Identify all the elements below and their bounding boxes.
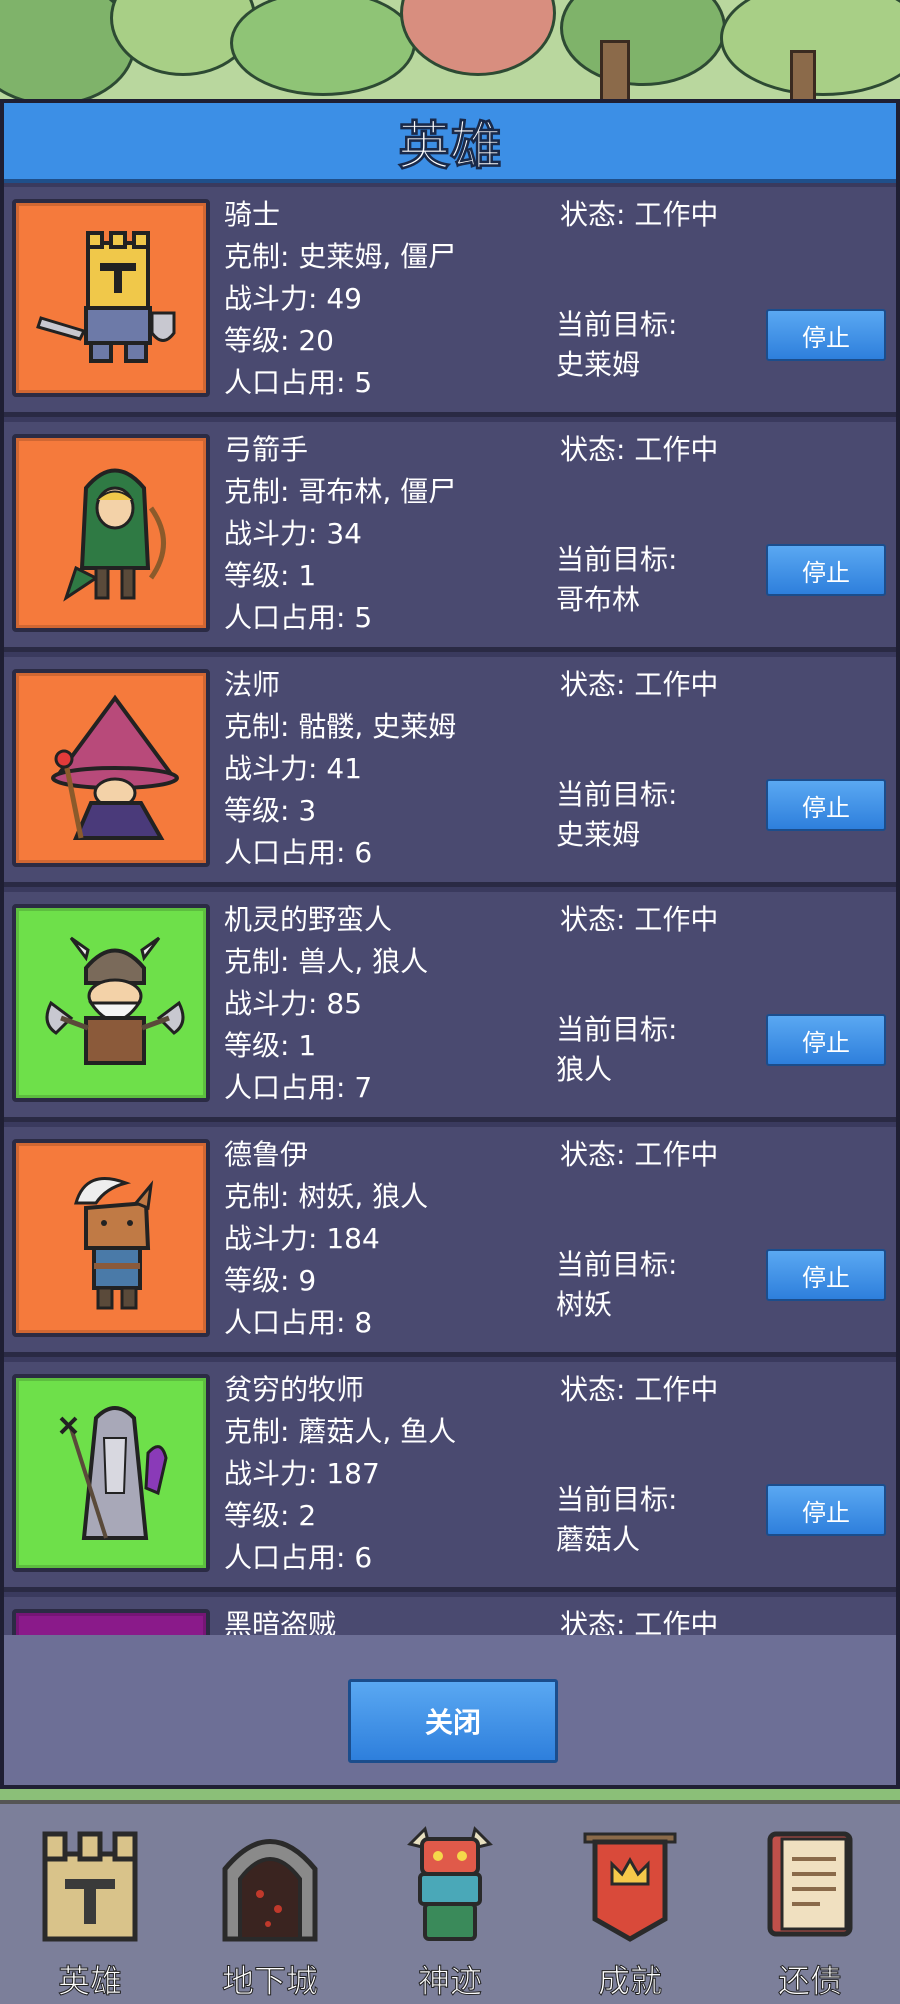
hero-target: 树妖: [556, 1288, 613, 1321]
stop-button[interactable]: 停止: [766, 779, 886, 831]
nav-label: 成就: [597, 1962, 662, 2001]
hero-status: 状态: 工作中: [560, 1138, 719, 1171]
hero-target-label: 当前目标:: [556, 543, 678, 576]
nav-item-miracles[interactable]: 神迹: [360, 1804, 540, 2004]
hero-target: 史莱姆: [556, 348, 641, 381]
hero-population: 人口占用: 5: [224, 601, 373, 634]
hero-population: 人口占用: 7: [224, 1071, 373, 1104]
hero-counter: 克制: 兽人, 狼人: [224, 945, 429, 978]
archer-icon: [63, 468, 166, 602]
ledger-book-icon: [767, 1831, 853, 1937]
hero-counter: 克制: 蘑菇人, 鱼人: [224, 1415, 457, 1448]
hero-status: 状态: 工作中: [560, 1608, 719, 1635]
hero-name: 骑士: [224, 198, 281, 231]
nav-label: 地下城: [221, 1962, 318, 2001]
hero-status: 状态: 工作中: [560, 1373, 719, 1406]
hero-row[interactable]: 黑暗盗贼 状态: 工作中: [4, 1597, 896, 1635]
nav-item-dungeon[interactable]: 地下城: [180, 1804, 360, 2004]
hero-portrait: [12, 199, 210, 397]
modal-header: 英雄: [4, 103, 896, 183]
stop-button[interactable]: 停止: [766, 1484, 886, 1536]
hero-target: 狼人: [556, 1053, 613, 1086]
hero-status: 状态: 工作中: [560, 903, 719, 936]
nav-item-heroes[interactable]: 英雄: [0, 1804, 180, 2004]
hero-portrait: [12, 669, 210, 867]
hero-target: 蘑菇人: [556, 1523, 641, 1556]
hero-power: 战斗力: 41: [224, 752, 362, 785]
hero-counter: 克制: 哥布林, 僵尸: [224, 475, 457, 508]
nav-item-achievements[interactable]: 成就: [540, 1804, 720, 2004]
hero-row[interactable]: 法师 克制: 骷髅, 史莱姆 战斗力: 41 等级: 3 人口占用: 6 状态:…: [4, 657, 896, 887]
hero-counter: 克制: 树妖, 狼人: [224, 1180, 429, 1213]
hero-power: 战斗力: 85: [224, 987, 362, 1020]
stop-button[interactable]: 停止: [766, 544, 886, 596]
hero-portrait: [12, 434, 210, 632]
hero-row[interactable]: 机灵的野蛮人 克制: 兽人, 狼人 战斗力: 85 等级: 1 人口占用: 7 …: [4, 892, 896, 1122]
knight-icon: [36, 231, 176, 363]
stop-button[interactable]: 停止: [766, 309, 886, 361]
hero-power: 战斗力: 34: [224, 517, 362, 550]
hero-portrait: [12, 904, 210, 1102]
hero-status: 状态: 工作中: [560, 668, 719, 701]
hero-portrait: [12, 1139, 210, 1337]
hero-target: 史莱姆: [556, 818, 641, 851]
hero-row[interactable]: 德鲁伊 克制: 树妖, 狼人 战斗力: 184 等级: 9 人口占用: 8 状态…: [4, 1127, 896, 1357]
nav-label: 英雄: [57, 1962, 122, 2001]
hero-portrait: [12, 1374, 210, 1572]
hero-status: 状态: 工作中: [560, 433, 719, 466]
hero-population: 人口占用: 6: [224, 836, 373, 869]
banner-crown-icon: [583, 1832, 677, 1942]
hero-target-label: 当前目标:: [556, 308, 678, 341]
hero-counter: 克制: 骷髅, 史莱姆: [224, 710, 457, 743]
heroes-modal: 英雄 骑士 克制: 史莱姆, 僵尸 战斗力: 49 等级: 20 人口占用: 5…: [0, 99, 900, 1789]
hero-level: 等级: 2: [224, 1499, 317, 1532]
hero-level: 等级: 3: [224, 794, 317, 827]
dungeon-gate-icon: [222, 1839, 318, 1942]
hero-level: 等级: 1: [224, 1029, 317, 1062]
hero-population: 人口占用: 6: [224, 1541, 373, 1574]
stop-button[interactable]: 停止: [766, 1249, 886, 1301]
druid-icon: [74, 1177, 154, 1310]
hero-target-label: 当前目标:: [556, 1248, 678, 1281]
hero-name: 德鲁伊: [224, 1138, 309, 1171]
hero-power: 战斗力: 187: [224, 1457, 380, 1490]
hero-portrait: [12, 1609, 210, 1635]
hero-row[interactable]: 弓箭手 克制: 哥布林, 僵尸 战斗力: 34 等级: 1 人口占用: 5 状态…: [4, 422, 896, 652]
hero-name: 法师: [224, 668, 281, 701]
mage-icon: [51, 694, 179, 840]
hero-target-label: 当前目标:: [556, 1483, 678, 1516]
hero-target-label: 当前目标:: [556, 778, 678, 811]
stop-button[interactable]: 停止: [766, 1014, 886, 1066]
barbarian-icon: [45, 936, 185, 1065]
hero-list[interactable]: 骑士 克制: 史莱姆, 僵尸 战斗力: 49 等级: 20 人口占用: 5 状态…: [4, 187, 896, 1635]
hero-power: 战斗力: 49: [224, 282, 362, 315]
priest-icon: [59, 1406, 168, 1540]
hero-level: 等级: 9: [224, 1264, 317, 1297]
hero-name: 弓箭手: [224, 433, 309, 466]
modal-footer: 关闭: [4, 1635, 896, 1785]
hero-counter: 克制: 史莱姆, 僵尸: [224, 240, 457, 273]
hero-row[interactable]: 骑士 克制: 史莱姆, 僵尸 战斗力: 49 等级: 20 人口占用: 5 状态…: [4, 187, 896, 417]
bottom-nav: 英雄 地下城 神迹 成就 还债: [0, 1800, 900, 2004]
hero-population: 人口占用: 8: [224, 1306, 373, 1339]
hero-population: 人口占用: 5: [224, 366, 373, 399]
modal-title: 英雄: [397, 116, 502, 177]
hero-row[interactable]: 贫穷的牧师 克制: 蘑菇人, 鱼人 战斗力: 187 等级: 2 人口占用: 6…: [4, 1362, 896, 1592]
hero-name: 黑暗盗贼: [224, 1608, 337, 1635]
hero-level: 等级: 20: [224, 324, 334, 357]
hero-status: 状态: 工作中: [560, 198, 719, 231]
nav-label: 还债: [777, 1962, 842, 2001]
nav-label: 神迹: [417, 1962, 482, 2001]
totem-icon: [407, 1826, 493, 1941]
hero-power: 战斗力: 184: [224, 1222, 380, 1255]
nav-item-repay-debt[interactable]: 还债: [720, 1804, 900, 2004]
hero-name: 贫穷的牧师: [224, 1373, 365, 1406]
hero-level: 等级: 1: [224, 559, 317, 592]
castle-icon: [42, 1831, 138, 1942]
hero-target-label: 当前目标:: [556, 1013, 678, 1046]
close-button[interactable]: 关闭: [348, 1679, 558, 1763]
hero-name: 机灵的野蛮人: [224, 903, 393, 936]
hero-target: 哥布林: [556, 583, 641, 616]
